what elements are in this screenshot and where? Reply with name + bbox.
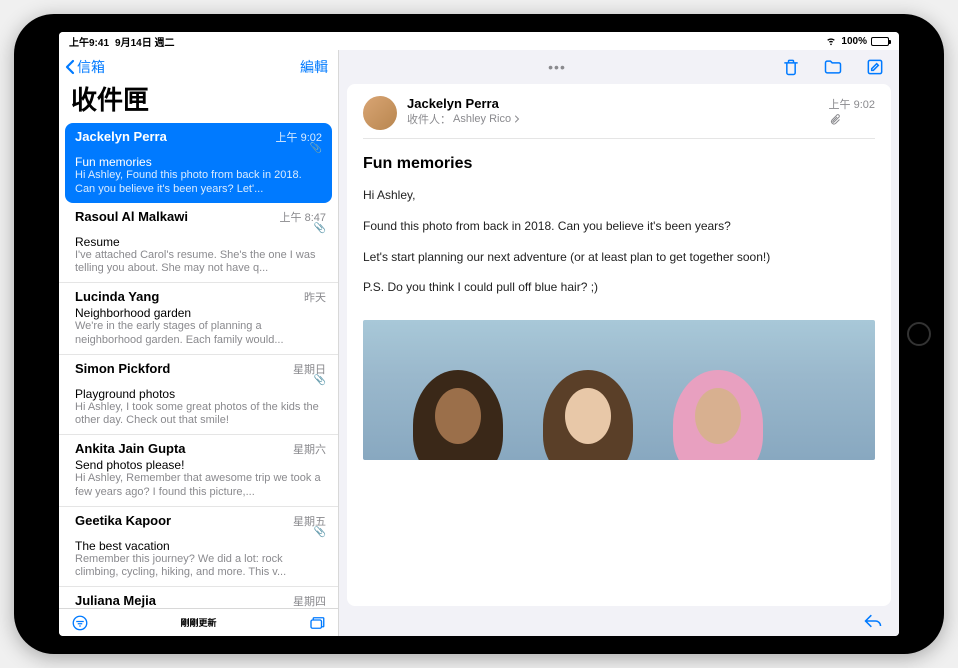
status-date: 9月14日 週二 <box>115 34 174 49</box>
mail-item[interactable]: Lucinda Yang 昨天Neighborhood gardenWe're i… <box>59 283 338 355</box>
more-handle-icon[interactable]: ••• <box>548 59 566 75</box>
mail-sender: Jackelyn Perra <box>75 129 167 144</box>
sender-avatar[interactable] <box>363 96 397 130</box>
message-attachment-photo[interactable] <box>363 320 875 460</box>
mail-preview: I've attached Carol's resume. She's the … <box>75 249 326 277</box>
message-time: 上午 9:02 <box>829 96 875 112</box>
mail-time: 星期六 <box>293 441 326 457</box>
body-paragraph: Found this photo from back in 2018. Can … <box>363 218 875 235</box>
screen: 上午9:41 9月14日 週二 100% 信箱 編輯 <box>59 32 899 636</box>
mail-item[interactable]: Simon Pickford星期日📎Playground photosHi As… <box>59 355 338 436</box>
mail-item[interactable]: Ankita Jain Gupta 星期六Send photos please!H… <box>59 435 338 507</box>
status-bar: 上午9:41 9月14日 週二 100% <box>59 32 899 50</box>
mail-preview: Remember this journey? We did a lot: roc… <box>75 553 326 581</box>
status-time: 上午9:41 <box>69 34 109 49</box>
mail-sender: Simon Pickford <box>75 361 170 376</box>
wifi-icon <box>825 36 837 46</box>
message-recipients[interactable]: 收件人： Ashley Rico <box>407 111 819 127</box>
mail-sender: Rasoul Al Malkawi <box>75 209 188 224</box>
updated-label: 剛剛更新 <box>89 616 308 629</box>
mailboxes-icon[interactable] <box>308 614 326 632</box>
back-label: 信箱 <box>77 57 105 77</box>
mail-preview: Hi Ashley, Found this photo from back in… <box>75 169 322 197</box>
mail-sender: Juliana Mejia <box>75 593 156 608</box>
battery-icon <box>871 37 889 46</box>
reply-icon[interactable] <box>863 611 883 631</box>
message-subject: Fun memories <box>363 139 875 187</box>
message-pane: ••• <box>339 50 899 636</box>
ipad-frame: 上午9:41 9月14日 週二 100% 信箱 編輯 <box>14 14 944 654</box>
trash-icon[interactable] <box>781 57 801 77</box>
body-paragraph: Hi Ashley, <box>363 187 875 204</box>
back-to-mailboxes-button[interactable]: 信箱 <box>65 57 105 77</box>
mail-preview: Hi Ashley, Remember that awesome trip we… <box>75 472 326 500</box>
mail-list[interactable]: Jackelyn Perra上午 9:02📎Fun memoriesHi Ash… <box>59 123 338 608</box>
battery-percentage: 100% <box>841 36 867 47</box>
inbox-title: 收件匣 <box>59 80 338 123</box>
mail-subject: Playground photos <box>75 387 326 401</box>
mail-subject: The best vacation <box>75 539 326 553</box>
mail-sender: Ankita Jain Gupta <box>75 441 186 456</box>
mail-item[interactable]: Rasoul Al Malkawi上午 8:47📎ResumeI've atta… <box>59 203 338 284</box>
attachment-icon <box>829 114 875 126</box>
body-paragraph: Let's start planning our next adventure … <box>363 249 875 266</box>
mail-sender: Geetika Kapoor <box>75 513 171 528</box>
body-paragraph: P.S. Do you think I could pull off blue … <box>363 279 875 296</box>
mail-sender: Lucinda Yang <box>75 289 159 304</box>
attachment-icon: 📎 <box>314 375 326 386</box>
attachment-icon: 📎 <box>310 143 322 154</box>
mail-preview: We're in the early stages of planning a … <box>75 320 326 348</box>
mail-subject: Fun memories <box>75 155 322 169</box>
message-from[interactable]: Jackelyn Perra <box>407 96 819 111</box>
message-body: Hi Ashley, Found this photo from back in… <box>363 187 875 310</box>
mail-subject: Send photos please! <box>75 458 326 472</box>
home-button[interactable] <box>907 322 931 346</box>
mail-subject: Neighborhood garden <box>75 306 326 320</box>
mail-list-sidebar: 信箱 編輯 收件匣 Jackelyn Perra上午 9:02📎Fun memo… <box>59 50 339 636</box>
mail-item[interactable]: Jackelyn Perra上午 9:02📎Fun memoriesHi Ash… <box>65 123 332 203</box>
to-name: Ashley Rico <box>453 113 511 125</box>
move-folder-icon[interactable] <box>823 57 843 77</box>
mail-preview: Hi Ashley, I took some great photos of t… <box>75 401 326 429</box>
attachment-icon: 📎 <box>314 223 326 234</box>
filter-icon[interactable] <box>71 614 89 632</box>
attachment-icon: 📎 <box>314 527 326 538</box>
mail-subject: Resume <box>75 235 326 249</box>
edit-button[interactable]: 編輯 <box>300 57 328 77</box>
mail-item[interactable]: Geetika Kapoor星期五📎The best vacationRemem… <box>59 507 338 588</box>
compose-icon[interactable] <box>865 57 885 77</box>
mail-time: 星期四 <box>293 593 326 608</box>
to-label: 收件人： <box>407 111 451 127</box>
mail-item[interactable]: Juliana Mejia星期四New hiking trail <box>59 587 338 608</box>
mail-time: 昨天 <box>304 289 326 305</box>
